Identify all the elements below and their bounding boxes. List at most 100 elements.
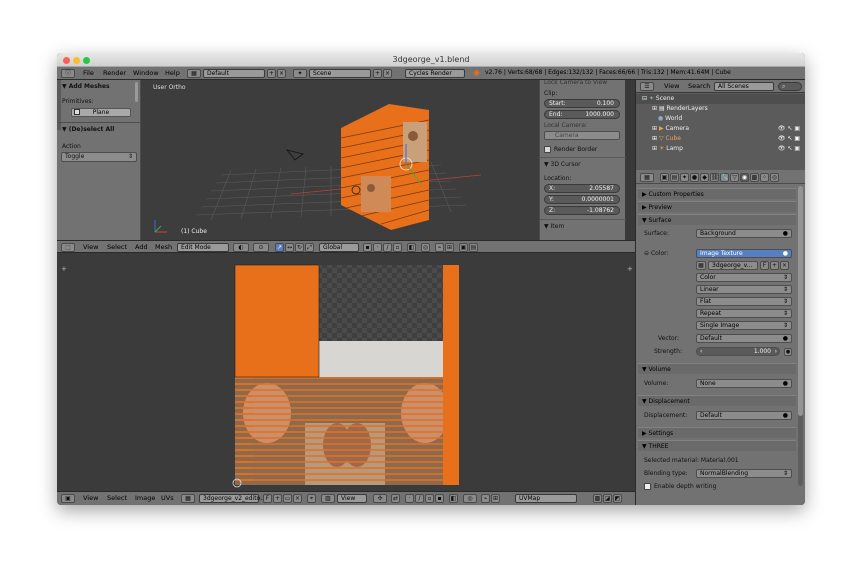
menu-file[interactable]: File: [83, 69, 94, 77]
menu-image[interactable]: Image: [135, 494, 155, 502]
orientation-select[interactable]: Global: [319, 243, 359, 252]
add-plane-button[interactable]: Plane: [71, 108, 131, 117]
unlink-image-icon[interactable]: ×: [780, 261, 789, 270]
menu-uvs[interactable]: UVs: [161, 494, 174, 502]
outliner-row-world[interactable]: ● World: [636, 114, 805, 124]
scale-icon[interactable]: ⤢: [305, 243, 314, 252]
menu-render[interactable]: Render: [103, 69, 126, 77]
translate-icon[interactable]: ↔: [285, 243, 294, 252]
occlude-icon[interactable]: ◧: [407, 243, 416, 252]
add-screen-icon[interactable]: +: [267, 69, 276, 78]
source-select[interactable]: Single Image ⇕: [696, 321, 792, 330]
interpolation-select[interactable]: Linear ⇕: [696, 285, 792, 294]
manipulator-icon[interactable]: ↗: [275, 243, 284, 252]
3d-cursor-header[interactable]: ▼ 3D Cursor: [544, 161, 581, 168]
face-select-icon[interactable]: ▫: [425, 494, 434, 503]
scene-tab-icon[interactable]: ✦: [680, 173, 689, 182]
menu-view[interactable]: View: [83, 494, 98, 502]
menu-add[interactable]: Add: [135, 243, 148, 251]
clip-end-field[interactable]: End: 1000.000: [544, 110, 620, 119]
view-mode-icon[interactable]: ▨: [321, 494, 335, 503]
lock-camera-checkbox[interactable]: Lock Camera to View: [544, 79, 607, 86]
snap-target-icon[interactable]: ⊞: [445, 243, 454, 252]
world-tab-icon[interactable]: ●: [690, 173, 699, 182]
renderlayers-tab-icon[interactable]: ▤: [670, 173, 679, 182]
search-input[interactable]: ⌕: [778, 82, 802, 91]
texture-tab-icon[interactable]: ▩: [750, 173, 759, 182]
volume-panel[interactable]: ▼ Volume: [638, 363, 796, 374]
render-tab-icon[interactable]: ▣: [660, 173, 669, 182]
face-select-icon[interactable]: ▫: [393, 243, 402, 252]
screen-layout-icon[interactable]: ▦: [187, 69, 201, 78]
add-scene-icon[interactable]: +: [373, 69, 382, 78]
displacement-select[interactable]: Default ●: [696, 411, 792, 420]
decrement-icon[interactable]: ‹: [700, 348, 702, 355]
depth-writing-checkbox[interactable]: [644, 483, 651, 490]
menu-help[interactable]: Help: [165, 69, 180, 77]
data-tab-icon[interactable]: ▽: [730, 173, 739, 182]
editor-type-icon[interactable]: ▦: [640, 173, 654, 182]
island-select-icon[interactable]: ▪: [435, 494, 444, 503]
blending-type-select[interactable]: NormalBlending ⇕: [696, 469, 792, 478]
visibility-icons[interactable]: 👁 ↖ ▣: [778, 134, 800, 144]
action-select[interactable]: Toggle ⇕: [61, 152, 137, 162]
alpha-icon[interactable]: ◪: [603, 494, 612, 503]
outliner-row-renderlayers[interactable]: ⊞ ▤ RenderLayers: [636, 104, 805, 114]
menu-view[interactable]: View: [664, 82, 679, 90]
material-tab-icon[interactable]: ◉: [740, 173, 749, 182]
edge-select-icon[interactable]: /: [415, 494, 424, 503]
display-channel-icon[interactable]: ▩: [593, 494, 602, 503]
preview-panel[interactable]: ▶ Preview: [638, 201, 796, 212]
snap-target-icon[interactable]: ⊞: [491, 494, 500, 503]
new-image-icon[interactable]: +: [273, 494, 282, 503]
render-engine-select[interactable]: Cycles Render: [405, 69, 465, 78]
outliner-row-scene[interactable]: ⊟ ✦ Scene: [636, 94, 805, 104]
vertex-select-icon[interactable]: ·: [373, 243, 382, 252]
image-browse-icon[interactable]: ▦: [181, 494, 195, 503]
uvmap-select[interactable]: UVMap: [515, 494, 577, 503]
vertex-select-icon[interactable]: ·: [405, 494, 414, 503]
surface-panel[interactable]: ▼ Surface: [638, 214, 796, 225]
delete-scene-icon[interactable]: ×: [383, 69, 392, 78]
operator-header[interactable]: ▼ (De)select All: [62, 126, 114, 133]
increment-icon[interactable]: ›: [775, 348, 777, 355]
volume-shader-select[interactable]: None ●: [696, 379, 792, 388]
visibility-icons[interactable]: 👁 ↖ ▣: [778, 144, 800, 154]
render-icon[interactable]: ▣: [459, 243, 468, 252]
three-panel[interactable]: ▼ THREE: [638, 440, 796, 451]
scrollbar-thumb[interactable]: [798, 186, 803, 416]
menu-mesh[interactable]: Mesh: [155, 243, 172, 251]
rotate-icon[interactable]: ↻: [295, 243, 304, 252]
menu-window[interactable]: Window: [133, 69, 159, 77]
cursor-z-field[interactable]: Z: -1.08762: [544, 206, 620, 215]
3d-viewport[interactable]: User Ortho (1) Cube: [141, 80, 539, 240]
open-image-icon[interactable]: ▭: [283, 494, 292, 503]
snap-icon[interactable]: ⌁: [435, 243, 444, 252]
editor-type-icon[interactable]: ▣: [61, 494, 75, 503]
modifiers-tab-icon[interactable]: 🔧: [720, 173, 729, 182]
color-input-select[interactable]: Image Texture ●: [696, 249, 792, 258]
render-anim-icon[interactable]: ▤: [469, 243, 478, 252]
zbuf-icon[interactable]: ◩: [613, 494, 622, 503]
visibility-icons[interactable]: 👁 ↖ ▣: [778, 124, 800, 134]
local-camera-field[interactable]: Camera: [544, 131, 620, 140]
tool-shelf-scrollbar[interactable]: [135, 82, 138, 102]
projection-select[interactable]: Flat ⇕: [696, 297, 792, 306]
menu-search[interactable]: Search: [688, 82, 710, 90]
settings-panel[interactable]: ▶ Settings: [638, 427, 796, 438]
fake-user-button[interactable]: F: [263, 494, 272, 503]
outliner-row-cube[interactable]: ⊞ ▽ Cube 👁 ↖ ▣: [636, 134, 805, 144]
edge-select-icon[interactable]: /: [383, 243, 392, 252]
add-meshes-header[interactable]: ▼ Add Meshes: [62, 83, 110, 90]
uv-image-editor[interactable]: + +: [57, 253, 635, 491]
pivot-icon[interactable]: ✣: [373, 494, 387, 503]
properties-scrollbar[interactable]: [798, 186, 803, 486]
object-tab-icon[interactable]: ◆: [700, 173, 709, 182]
cursor-x-field[interactable]: X: 2.05587: [544, 184, 620, 193]
snap-icon[interactable]: ⌁: [481, 494, 490, 503]
pin-icon[interactable]: ⌖: [307, 494, 316, 503]
custom-properties-panel[interactable]: ▶ Custom Properties: [638, 188, 796, 199]
mode-select[interactable]: Edit Mode: [177, 243, 229, 252]
outliner-row-camera[interactable]: ⊞ ▶ Camera 👁 ↖ ▣: [636, 124, 805, 134]
vector-input-select[interactable]: Default ●: [696, 334, 792, 343]
